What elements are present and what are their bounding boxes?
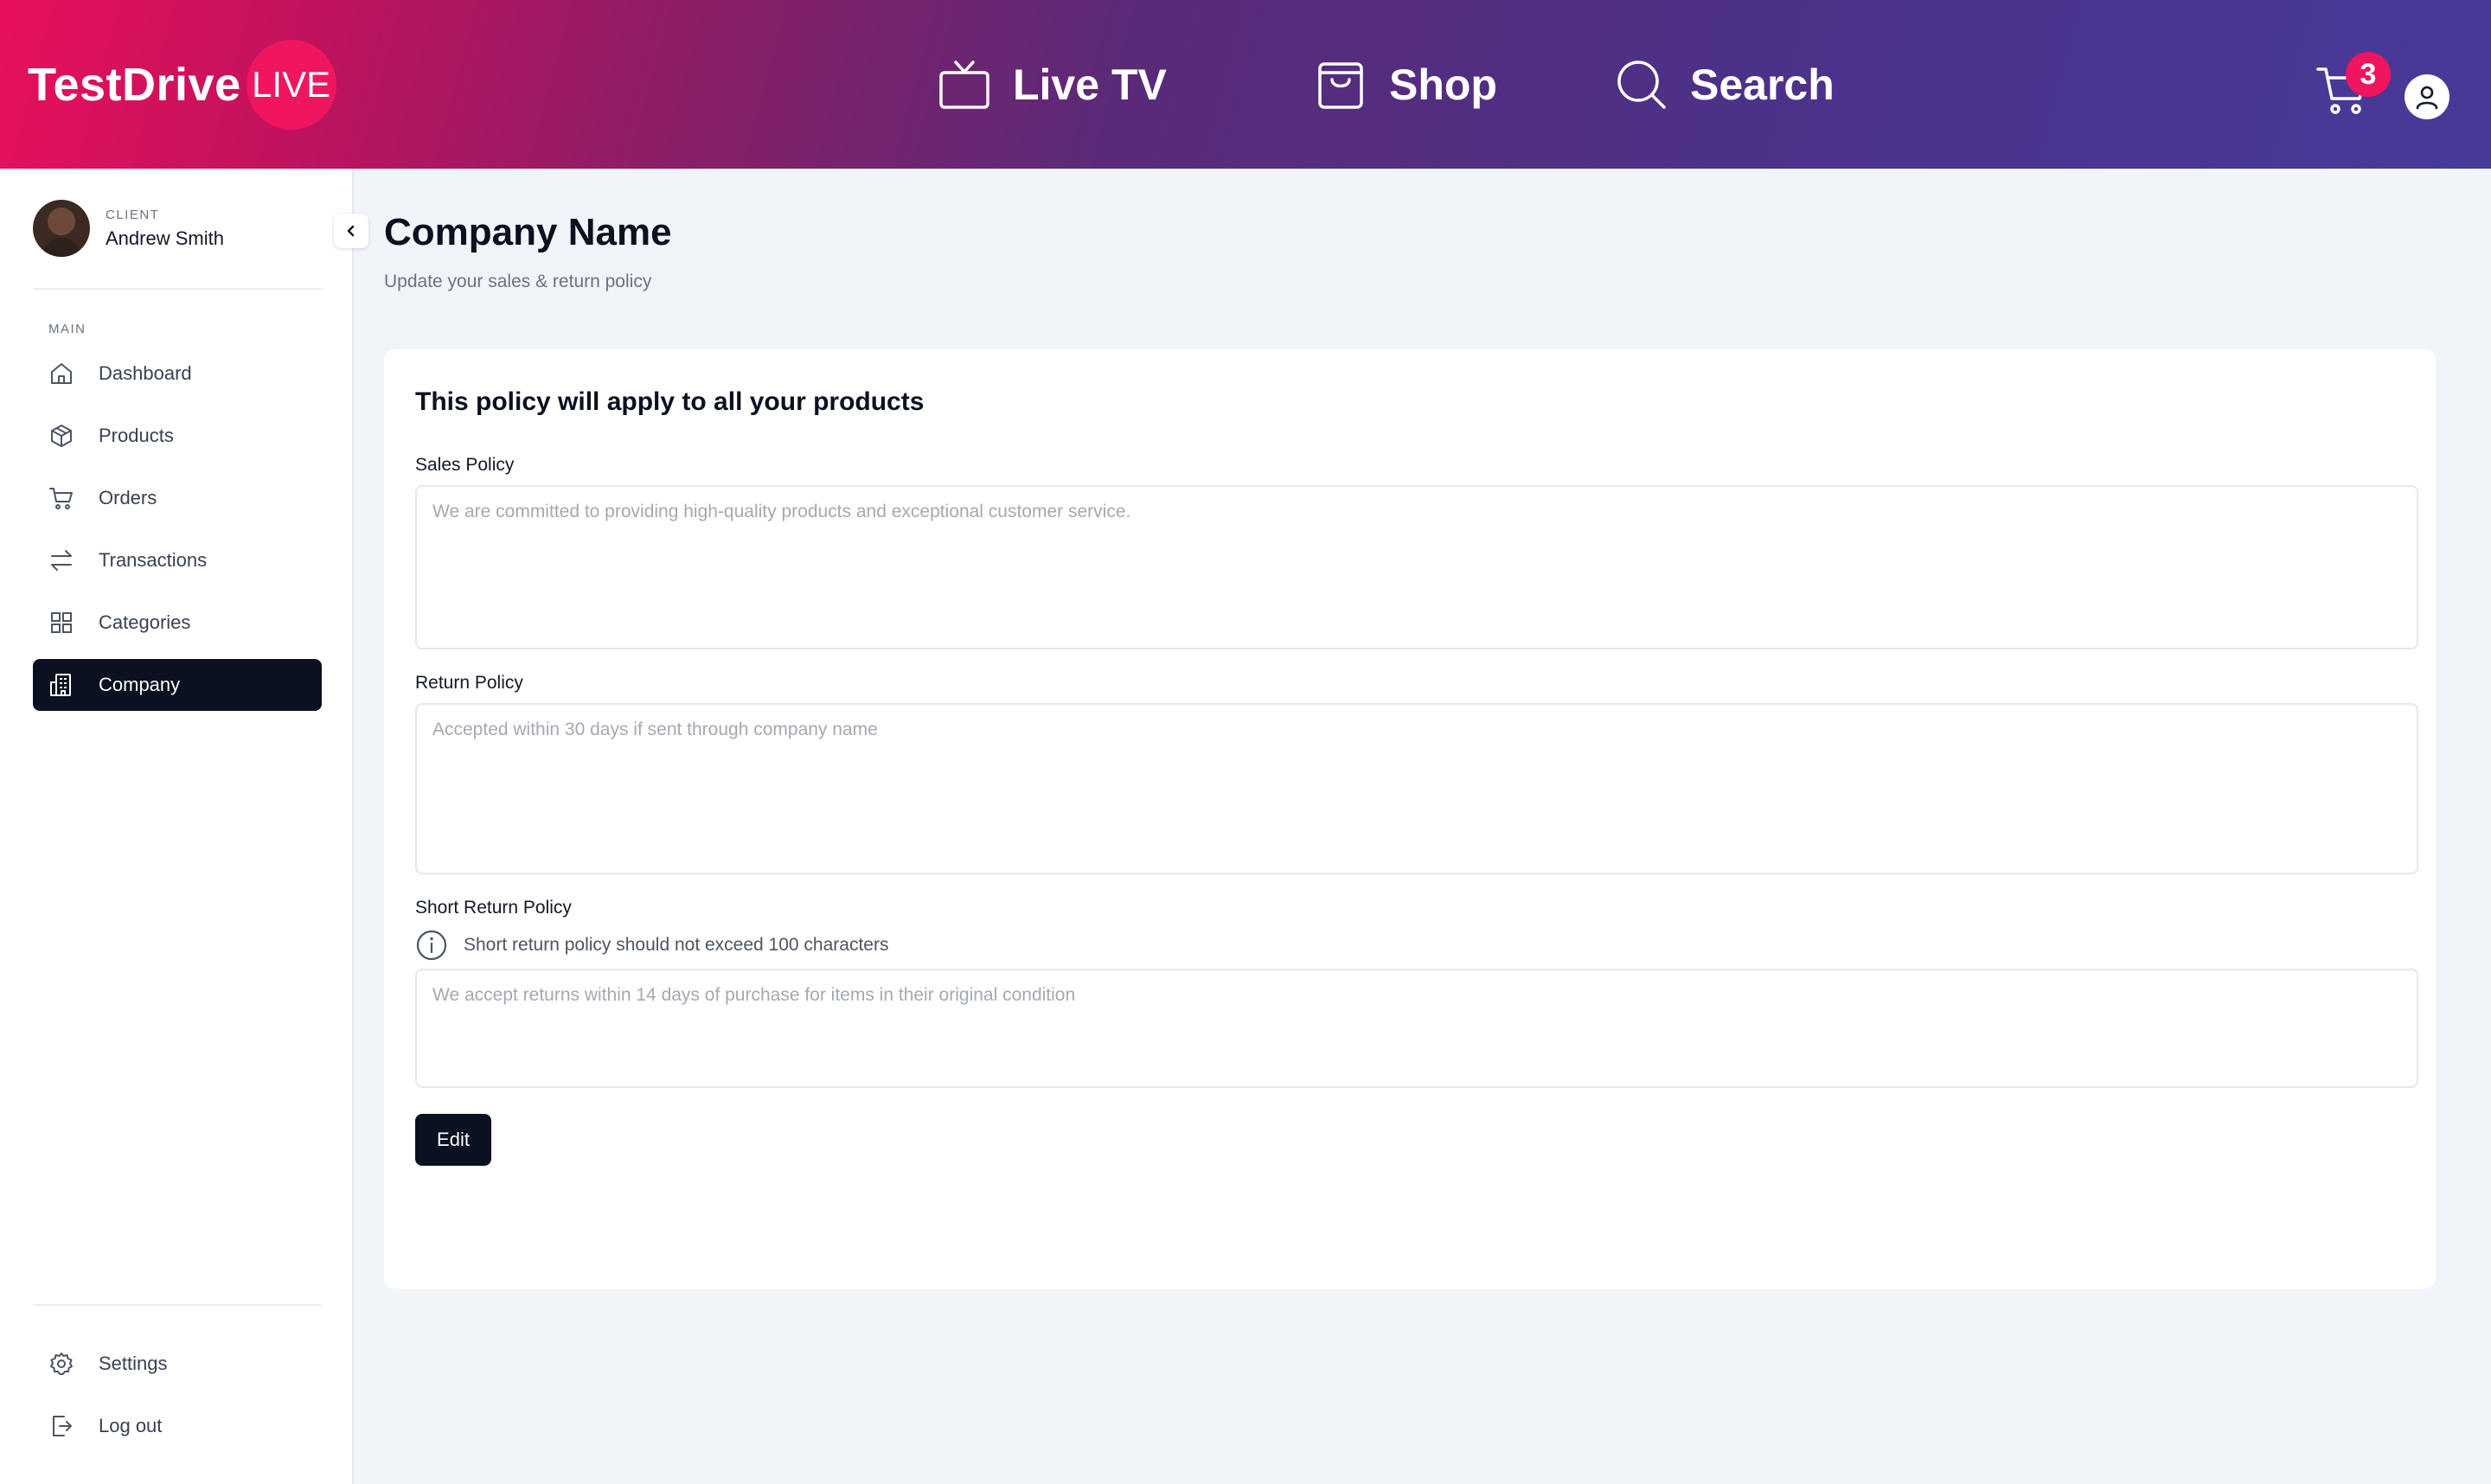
nav-live-tv[interactable]: Live TV <box>937 48 1167 121</box>
short-return-policy-field[interactable] <box>415 969 2418 1088</box>
logo-live-badge: LIVE <box>246 40 336 130</box>
sidebar-item-orders[interactable]: Orders <box>33 472 322 524</box>
gear-icon <box>50 1353 73 1375</box>
cart-icon <box>49 488 73 509</box>
sidebar-item-logout[interactable]: Log out <box>33 1400 322 1452</box>
sidebar-item-label: Dashboard <box>99 362 192 384</box>
user-role: CLIENT <box>106 207 160 222</box>
building-icon <box>50 674 71 696</box>
short-return-policy-hint: Short return policy should not exceed 10… <box>415 929 888 962</box>
sidebar-item-company[interactable]: Company <box>33 659 322 711</box>
sidebar-item-label: Company <box>99 674 181 695</box>
app-root: TestDrive LIVE Live TV Shop Search 3 CLI… <box>0 0 2491 1484</box>
box-icon <box>51 425 72 447</box>
edit-button[interactable]: Edit <box>415 1114 491 1166</box>
sidebar-item-label: Products <box>99 425 174 446</box>
logo-text: TestDrive <box>28 59 241 111</box>
sidebar-collapse-button[interactable] <box>334 214 368 248</box>
user-icon <box>2416 86 2438 110</box>
account-button[interactable] <box>2405 74 2449 119</box>
grid-icon <box>51 612 72 633</box>
sidebar-item-dashboard[interactable]: Dashboard <box>33 348 322 400</box>
sales-policy-field[interactable] <box>415 485 2418 649</box>
policy-card: This policy will apply to all your produ… <box>384 349 2436 1289</box>
user-profile[interactable]: CLIENT Andrew Smith <box>33 200 224 257</box>
nav-search-label: Search <box>1690 61 1835 109</box>
sidebar: CLIENT Andrew Smith MAIN Dashboard Produ… <box>0 169 354 1484</box>
nav-live-tv-label: Live TV <box>1013 61 1167 109</box>
short-return-policy-label: Short Return Policy <box>415 898 572 918</box>
sidebar-item-label: Settings <box>99 1353 168 1374</box>
hint-text: Short return policy should not exceed 10… <box>464 935 889 955</box>
sidebar-item-transactions[interactable]: Transactions <box>33 534 322 586</box>
sidebar-item-label: Log out <box>99 1415 163 1436</box>
search-icon <box>1617 61 1666 109</box>
nav-search[interactable]: Search <box>1614 48 1835 121</box>
sidebar-item-label: Transactions <box>99 549 208 571</box>
page-subtitle: Update your sales & return policy <box>384 272 652 291</box>
divider <box>33 288 322 290</box>
divider <box>33 1304 322 1306</box>
nav-shop-label: Shop <box>1389 61 1497 109</box>
tv-icon <box>939 61 989 109</box>
logo[interactable]: TestDrive LIVE <box>28 38 336 131</box>
avatar <box>33 200 90 257</box>
return-policy-field[interactable] <box>415 703 2418 874</box>
logout-icon <box>53 1416 72 1436</box>
sidebar-item-label: Categories <box>99 611 191 633</box>
sidebar-item-products[interactable]: Products <box>33 410 322 462</box>
return-policy-label: Return Policy <box>415 673 523 693</box>
card-title: This policy will apply to all your produ… <box>415 387 925 416</box>
sidebar-item-categories[interactable]: Categories <box>33 597 322 649</box>
info-icon <box>416 930 447 961</box>
shopping-bag-icon <box>1318 62 1363 109</box>
top-header: TestDrive LIVE Live TV Shop Search 3 <box>0 0 2491 169</box>
sales-policy-label: Sales Policy <box>415 455 515 475</box>
page-title: Company Name <box>384 211 672 253</box>
sidebar-item-label: Orders <box>99 487 157 509</box>
sidebar-item-settings[interactable]: Settings <box>33 1338 322 1390</box>
chevron-left-icon <box>347 225 355 237</box>
section-label-main: MAIN <box>48 322 86 336</box>
transfer-icon <box>51 550 72 571</box>
user-info: CLIENT Andrew Smith <box>106 208 224 250</box>
cart-count-badge: 3 <box>2346 52 2391 97</box>
nav-shop[interactable]: Shop <box>1313 48 1497 121</box>
home-icon <box>51 363 72 384</box>
user-name: Andrew Smith <box>106 227 224 249</box>
